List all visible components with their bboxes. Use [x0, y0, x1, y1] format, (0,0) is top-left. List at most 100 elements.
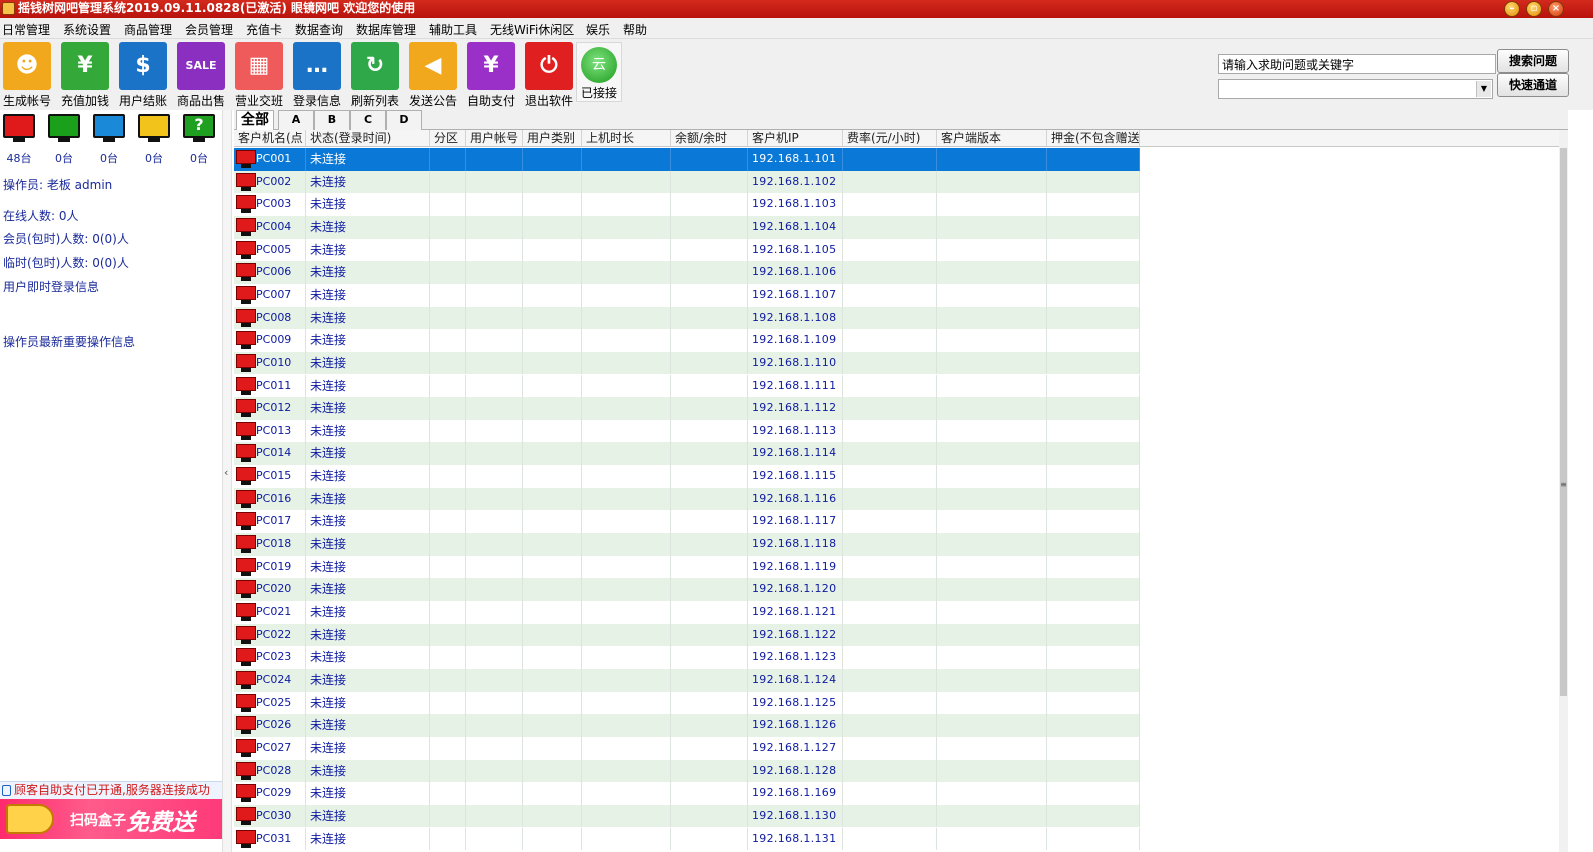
col-client-version[interactable]: 客户端版本 — [937, 130, 1047, 147]
table-row[interactable]: PC025 未连接 192.168.1.125 — [234, 691, 1559, 715]
col-client-ip[interactable]: 客户机IP — [748, 130, 843, 147]
col-user-type[interactable]: 用户类别 — [523, 130, 582, 147]
toolbar-label: 用户结账 — [118, 94, 167, 108]
connection-status[interactable]: 云 已接接 — [576, 42, 622, 102]
tab-b[interactable]: B — [314, 110, 350, 130]
toolbar-button[interactable]: ¥ 自助支付 — [464, 41, 520, 108]
status-monitor-icon[interactable] — [3, 114, 35, 142]
col-client-name[interactable]: 客户机名(点 — [234, 130, 306, 147]
table-row[interactable]: PC004 未连接 192.168.1.104 — [234, 215, 1559, 239]
table-row[interactable]: PC029 未连接 192.168.1.169 — [234, 782, 1559, 805]
tab-d[interactable]: D — [386, 110, 422, 130]
menu-item[interactable]: 数据库管理 — [356, 21, 416, 38]
cell-balance — [671, 578, 748, 601]
cell-client-ip: 192.168.1.111 — [748, 374, 843, 398]
table-row[interactable]: PC006 未连接 192.168.1.106 — [234, 261, 1559, 284]
col-zone[interactable]: 分区 — [430, 130, 466, 147]
toolbar-button[interactable]: ⏻ 退出软件 — [522, 41, 578, 108]
pc-monitor-icon — [236, 512, 256, 531]
search-question-button[interactable]: 搜索问题 — [1497, 49, 1569, 73]
table-row[interactable]: PC027 未连接 192.168.1.127 — [234, 736, 1559, 760]
menu-item[interactable]: 帮助 — [623, 21, 647, 38]
cell-status: 未连接 — [306, 397, 430, 420]
table-row[interactable]: PC013 未连接 192.168.1.113 — [234, 419, 1559, 443]
table-row[interactable]: PC012 未连接 192.168.1.112 — [234, 397, 1559, 420]
tab-a[interactable]: A — [278, 110, 314, 130]
cell-zone — [430, 804, 466, 828]
table-row[interactable]: PC010 未连接 192.168.1.110 — [234, 351, 1559, 375]
cell-status: 未连接 — [306, 148, 430, 171]
table-row[interactable]: PC008 未连接 192.168.1.108 — [234, 306, 1559, 330]
menu-item[interactable]: 无线WiFi休闲区 — [490, 21, 574, 38]
toolbar-button[interactable]: … 登录信息 — [290, 41, 346, 108]
status-monitor-icon[interactable] — [48, 114, 80, 142]
quick-channel-button[interactable]: 快速通道 — [1497, 73, 1569, 97]
table-row[interactable]: PC016 未连接 192.168.1.116 — [234, 487, 1559, 511]
table-row[interactable]: PC014 未连接 192.168.1.114 — [234, 442, 1559, 466]
promo-banner[interactable]: 扫码盒子 免费送啦! — [0, 799, 222, 839]
toolbar-button[interactable]: $ 用户结账 — [116, 41, 172, 108]
panel-splitter[interactable]: ‹ — [222, 110, 232, 852]
collapse-arrow-icon[interactable]: ‹ — [224, 466, 228, 479]
menu-item[interactable]: 会员管理 — [185, 21, 233, 38]
table-row[interactable]: PC003 未连接 192.168.1.103 — [234, 193, 1559, 216]
col-balance[interactable]: 余额/余时 — [671, 130, 748, 147]
table-row[interactable]: PC022 未连接 192.168.1.122 — [234, 623, 1559, 647]
help-search-input[interactable] — [1218, 54, 1496, 74]
toolbar-button[interactable]: SALE 商品出售 — [174, 41, 230, 108]
toolbar-button[interactable]: ↻ 刷新列表 — [348, 41, 404, 108]
menu-item[interactable]: 充值卡 — [246, 21, 282, 38]
table-row[interactable]: PC023 未连接 192.168.1.123 — [234, 646, 1559, 669]
status-monitor-icon[interactable] — [138, 114, 170, 142]
cell-status: 未连接 — [306, 759, 430, 783]
table-row[interactable]: PC028 未连接 192.168.1.128 — [234, 759, 1559, 783]
col-account[interactable]: 用户帐号 — [466, 130, 523, 147]
tab-all[interactable]: 全部 — [236, 110, 274, 131]
menu-item[interactable]: 日常管理 — [2, 21, 50, 38]
col-deposit[interactable]: 押金(不包含赠送 — [1047, 130, 1140, 147]
col-session-time[interactable]: 上机时长 — [582, 130, 671, 147]
table-row[interactable]: PC031 未连接 192.168.1.131 — [234, 827, 1559, 851]
col-status[interactable]: 状态(登录时间) — [306, 130, 430, 147]
table-row[interactable]: PC007 未连接 192.168.1.107 — [234, 283, 1559, 307]
table-row[interactable]: PC024 未连接 192.168.1.124 — [234, 668, 1559, 692]
toolbar-button[interactable]: ☻ 生成帐号 — [0, 41, 56, 108]
table-row[interactable]: PC017 未连接 192.168.1.117 — [234, 510, 1559, 534]
scrollbar-thumb[interactable] — [1560, 148, 1567, 696]
table-row[interactable]: PC020 未连接 192.168.1.120 — [234, 578, 1559, 601]
toolbar-button[interactable]: ▦ 营业交班 — [232, 41, 288, 108]
toolbar-button[interactable]: ◀ 发送公告 — [406, 41, 462, 108]
table-row[interactable]: PC005 未连接 192.168.1.105 — [234, 238, 1559, 262]
operator-info-link[interactable]: 操作员最新重要操作信息 — [3, 333, 135, 350]
menu-item[interactable]: 娱乐 — [586, 21, 610, 38]
table-row[interactable]: PC019 未连接 192.168.1.119 — [234, 555, 1559, 579]
minimize-button[interactable]: – — [1504, 1, 1520, 17]
toolbar-button[interactable]: ¥ 充值加钱 — [58, 41, 114, 108]
menu-item[interactable]: 辅助工具 — [429, 21, 477, 38]
menu-item[interactable]: 系统设置 — [63, 21, 111, 38]
help-search-combo[interactable]: ▼ — [1218, 79, 1493, 99]
table-row[interactable]: PC015 未连接 192.168.1.115 — [234, 465, 1559, 488]
chevron-down-icon[interactable]: ▼ — [1476, 81, 1491, 97]
status-monitor-icon[interactable] — [93, 114, 125, 142]
user-login-info-link[interactable]: 用户即时登录信息 — [3, 278, 99, 295]
maximize-button[interactable]: ▫ — [1526, 1, 1542, 17]
table-row[interactable]: PC018 未连接 192.168.1.118 — [234, 533, 1559, 556]
close-button[interactable]: × — [1548, 1, 1564, 17]
cell-balance — [671, 759, 748, 783]
table-row[interactable]: PC030 未连接 192.168.1.130 — [234, 804, 1559, 828]
table-row[interactable]: PC001 未连接 192.168.1.101 — [234, 148, 1559, 171]
col-rate[interactable]: 费率(元/小时) — [843, 130, 937, 147]
table-row[interactable]: PC011 未连接 192.168.1.111 — [234, 374, 1559, 398]
status-monitor-icon[interactable]: ? — [183, 114, 215, 142]
cell-user-type — [523, 533, 582, 556]
menu-item[interactable]: 商品管理 — [124, 21, 172, 38]
vertical-scrollbar[interactable]: ≡ — [1559, 130, 1568, 852]
cell-rate — [843, 329, 937, 352]
tab-c[interactable]: C — [350, 110, 386, 130]
table-row[interactable]: PC009 未连接 192.168.1.109 — [234, 329, 1559, 352]
menu-item[interactable]: 数据查询 — [295, 21, 343, 38]
table-row[interactable]: PC002 未连接 192.168.1.102 — [234, 170, 1559, 194]
table-row[interactable]: PC026 未连接 192.168.1.126 — [234, 714, 1559, 737]
table-row[interactable]: PC021 未连接 192.168.1.121 — [234, 601, 1559, 624]
